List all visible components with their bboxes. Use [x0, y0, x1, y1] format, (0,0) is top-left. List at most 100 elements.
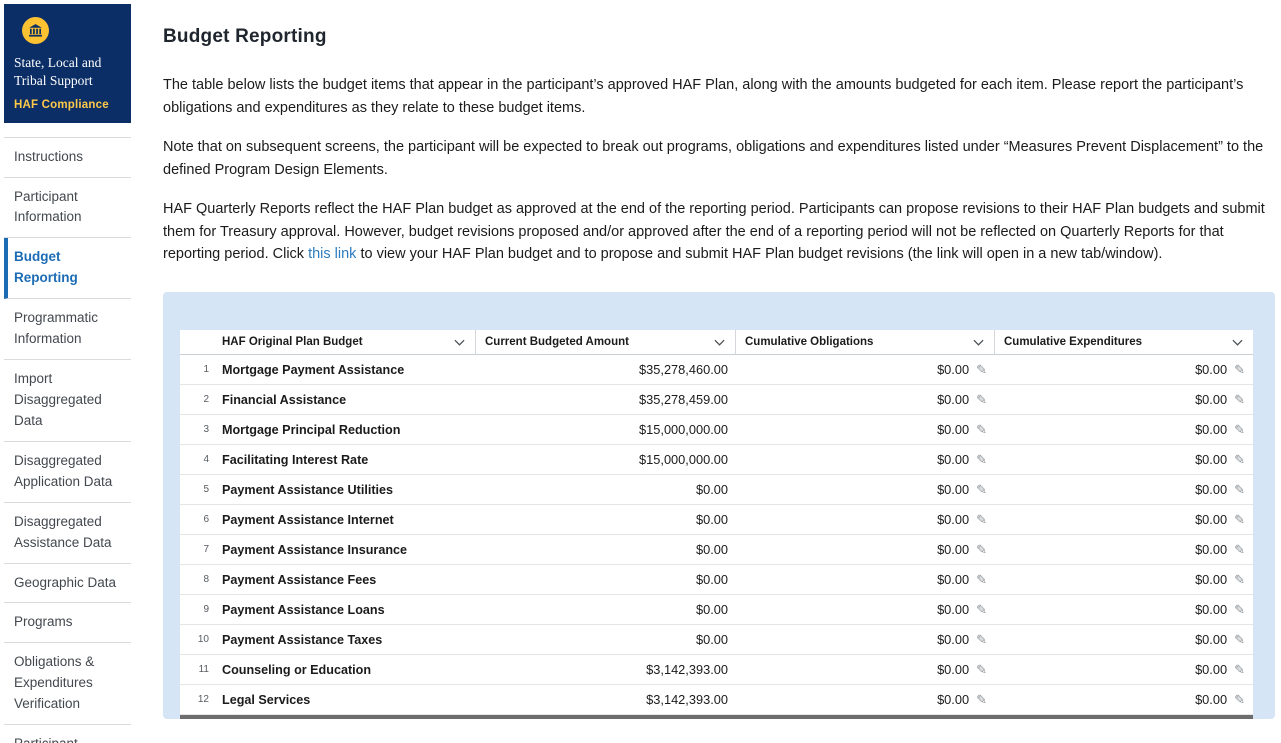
edit-pencil-icon[interactable]: ✎ — [976, 693, 987, 706]
budget-item-name: Payment Assistance Taxes — [214, 633, 476, 647]
cumulative-expenditures-value: $0.00 — [1195, 392, 1227, 407]
table-row-mortgage-principal-reduction: 3Mortgage Principal Reduction$15,000,000… — [180, 415, 1253, 445]
sidebar-item-disaggregated-application-data[interactable]: Disaggregated Application Data — [4, 442, 131, 503]
cumulative-obligations-value: $0.00 — [937, 572, 969, 587]
edit-pencil-icon[interactable]: ✎ — [1234, 633, 1245, 646]
edit-pencil-icon[interactable]: ✎ — [976, 633, 987, 646]
sidebar-item-geographic-data[interactable]: Geographic Data — [4, 564, 131, 604]
chevron-down-icon[interactable] — [714, 339, 725, 346]
current-budgeted-amount: $35,278,460.00 — [476, 362, 736, 377]
cumulative-obligations-cell: $0.00 ✎ — [736, 602, 995, 617]
cumulative-obligations-value: $0.00 — [937, 602, 969, 617]
current-budgeted-amount: $0.00 — [476, 482, 736, 497]
edit-pencil-icon[interactable]: ✎ — [1234, 423, 1245, 436]
cumulative-expenditures-value: $0.00 — [1195, 692, 1227, 707]
brand-card: State, Local and Tribal Support HAF Comp… — [4, 4, 131, 123]
table-row-facilitating-interest-rate: 4Facilitating Interest Rate$15,000,000.0… — [180, 445, 1253, 475]
brand-app-name: HAF Compliance — [14, 99, 121, 111]
edit-pencil-icon[interactable]: ✎ — [976, 573, 987, 586]
cumulative-obligations-cell: $0.00✎ — [736, 392, 995, 407]
sidebar-item-programs[interactable]: Programs — [4, 603, 131, 643]
row-number: 9 — [180, 604, 214, 615]
row-number: 3 — [180, 424, 214, 435]
cumulative-obligations-cell: $0.00✎ — [736, 362, 995, 377]
quarterly-paragraph: HAF Quarterly Reports reflect the HAF Pl… — [163, 198, 1275, 267]
table-row-payment-assistance-taxes: 10Payment Assistance Taxes$0.00$0.00✎$0.… — [180, 625, 1253, 655]
sidebar-item-budget-reporting[interactable]: Budget Reporting — [4, 238, 131, 299]
sidebar-item-participant[interactable]: Participant — [4, 725, 131, 743]
current-budgeted-amount: $0.00 — [476, 602, 736, 617]
sidebar-item-disaggregated-assistance-data[interactable]: Disaggregated Assistance Data — [4, 503, 131, 564]
sidebar-item-participant-information[interactable]: Participant Information — [4, 178, 131, 239]
budget-item-name: Payment Assistance Insurance — [214, 543, 476, 557]
column-header-cumulative-expenditures[interactable]: Cumulative Expenditures — [995, 330, 1253, 354]
edit-pencil-icon[interactable]: ✎ — [1234, 483, 1245, 496]
table-row-payment-assistance-fees: 8Payment Assistance Fees$0.00$0.00✎$0.00… — [180, 565, 1253, 595]
chevron-down-icon[interactable] — [1232, 339, 1243, 346]
edit-pencil-icon[interactable]: ✎ — [1234, 603, 1245, 616]
sidebar-item-obligations-expenditures-verification[interactable]: Obligations & Expenditures Verification — [4, 643, 131, 725]
current-budgeted-amount: $15,000,000.00 — [476, 452, 736, 467]
edit-pencil-icon[interactable]: ✎ — [1234, 693, 1245, 706]
current-budgeted-amount: $0.00 — [476, 512, 736, 527]
chevron-down-icon[interactable] — [454, 339, 465, 346]
edit-pencil-icon[interactable]: ✎ — [976, 393, 987, 406]
cumulative-obligations-cell: $0.00 ✎ — [736, 572, 995, 587]
cumulative-obligations-value: $0.00 — [937, 452, 969, 467]
row-number: 1 — [180, 364, 214, 375]
budget-item-name: Counseling or Education — [214, 663, 476, 677]
intro-paragraph: The table below lists the budget items t… — [163, 74, 1275, 120]
cumulative-expenditures-cell: $0.00 ✎ — [995, 692, 1253, 707]
edit-pencil-icon[interactable]: ✎ — [1234, 393, 1245, 406]
cumulative-expenditures-value: $0.00 — [1195, 662, 1227, 677]
edit-pencil-icon[interactable]: ✎ — [976, 423, 987, 436]
row-number: 10 — [180, 634, 214, 645]
edit-pencil-icon[interactable]: ✎ — [1234, 573, 1245, 586]
sidebar-item-instructions[interactable]: Instructions — [4, 138, 131, 178]
cumulative-obligations-value: $0.00 — [937, 542, 969, 557]
treasury-seal-icon — [22, 17, 49, 44]
cumulative-obligations-value: $0.00 — [937, 422, 969, 437]
haf-plan-budget-link[interactable]: this link — [308, 246, 356, 262]
edit-pencil-icon[interactable]: ✎ — [976, 453, 987, 466]
budget-table-panel: HAF Original Plan Budget Current Budgeted… — [163, 292, 1275, 719]
row-number: 11 — [180, 664, 214, 675]
edit-pencil-icon[interactable]: ✎ — [1234, 453, 1245, 466]
row-number: 6 — [180, 514, 214, 525]
sidebar-item-programmatic-information[interactable]: Programmatic Information — [4, 299, 131, 360]
column-header-current-budgeted-amount[interactable]: Current Budgeted Amount — [476, 330, 736, 354]
cumulative-expenditures-cell: $0.00 ✎ — [995, 482, 1253, 497]
edit-pencil-icon[interactable]: ✎ — [976, 663, 987, 676]
sidebar-item-import-disaggregated-data[interactable]: Import Disaggregated Data — [4, 360, 131, 442]
edit-pencil-icon[interactable]: ✎ — [976, 543, 987, 556]
cumulative-obligations-value: $0.00 — [937, 662, 969, 677]
edit-pencil-icon[interactable]: ✎ — [976, 513, 987, 526]
edit-pencil-icon[interactable]: ✎ — [1234, 543, 1245, 556]
column-header-haf-original-plan-budget[interactable]: HAF Original Plan Budget — [180, 330, 476, 354]
column-header-cumulative-obligations[interactable]: Cumulative Obligations — [736, 330, 995, 354]
edit-pencil-icon[interactable]: ✎ — [1234, 663, 1245, 676]
edit-pencil-icon[interactable]: ✎ — [1234, 363, 1245, 376]
sidebar: State, Local and Tribal Support HAF Comp… — [0, 0, 135, 743]
cumulative-expenditures-value: $0.00 — [1195, 482, 1227, 497]
cumulative-expenditures-cell: $0.00✎ — [995, 632, 1253, 647]
note-paragraph: Note that on subsequent screens, the par… — [163, 136, 1275, 182]
budget-item-name: Mortgage Payment Assistance — [214, 363, 476, 377]
edit-pencil-icon[interactable]: ✎ — [976, 483, 987, 496]
table-header-row: HAF Original Plan Budget Current Budgeted… — [180, 330, 1253, 355]
table-row-legal-services: 12Legal Services$3,142,393.00$0.00✎$0.00… — [180, 685, 1253, 715]
budget-item-name: Payment Assistance Fees — [214, 573, 476, 587]
row-number: 12 — [180, 694, 214, 705]
edit-pencil-icon[interactable]: ✎ — [976, 363, 987, 376]
cumulative-expenditures-cell: $0.00✎ — [995, 362, 1253, 377]
cumulative-obligations-cell: $0.00✎ — [736, 482, 995, 497]
budget-item-name: Mortgage Principal Reduction — [214, 423, 476, 437]
budget-item-name: Financial Assistance — [214, 393, 476, 407]
current-budgeted-amount: $3,142,393.00 — [476, 692, 736, 707]
cumulative-expenditures-value: $0.00 — [1195, 572, 1227, 587]
edit-pencil-icon[interactable]: ✎ — [976, 603, 987, 616]
column-header-label: HAF Original Plan Budget — [222, 336, 363, 348]
main-content: Budget Reporting The table below lists t… — [135, 0, 1281, 743]
edit-pencil-icon[interactable]: ✎ — [1234, 513, 1245, 526]
chevron-down-icon[interactable] — [973, 339, 984, 346]
